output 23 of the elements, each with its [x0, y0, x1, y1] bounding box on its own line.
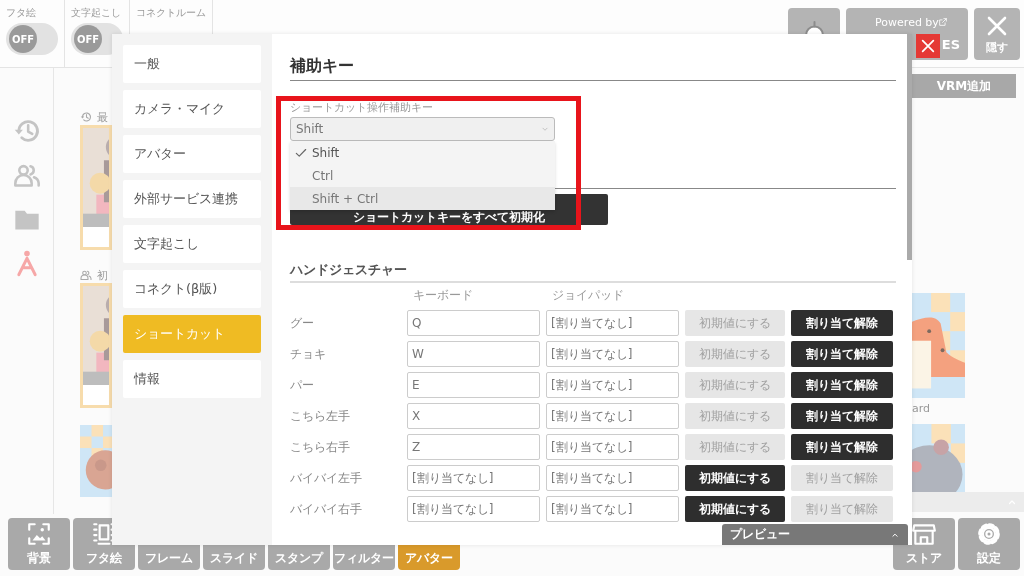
column-header: ジョイパッド [551, 287, 625, 304]
row-label: チョキ [290, 345, 327, 363]
card-caption: ard [912, 402, 931, 416]
row-label: こちら左手 [290, 407, 351, 425]
row-label: バイバイ左手 [290, 469, 363, 487]
toggle-label: 文字起こし [71, 6, 122, 20]
section-title: 補助キー [290, 54, 896, 81]
toggle-label: コネクトルーム [136, 6, 206, 20]
column-header: キーボード [412, 287, 474, 304]
row-label: バイバイ右手 [290, 500, 363, 518]
section-title: 初 [97, 267, 108, 283]
section-title: ハンドジェスチャー [290, 261, 896, 283]
preview-label: プレビュー [730, 526, 790, 543]
powered-by-label: Powered by [875, 16, 939, 29]
row-label: パー [290, 376, 315, 394]
toggle-knob: OFF [9, 25, 37, 53]
brand-label: ES [941, 37, 960, 52]
field-label: ショートカット操作補助キー [290, 101, 434, 115]
section-title: 最 [97, 109, 108, 125]
row-label: こちら右手 [290, 438, 351, 456]
row-label: グー [290, 314, 315, 332]
toggle-knob: OFF [74, 25, 102, 53]
toggle-label: フタ絵 [6, 6, 37, 20]
